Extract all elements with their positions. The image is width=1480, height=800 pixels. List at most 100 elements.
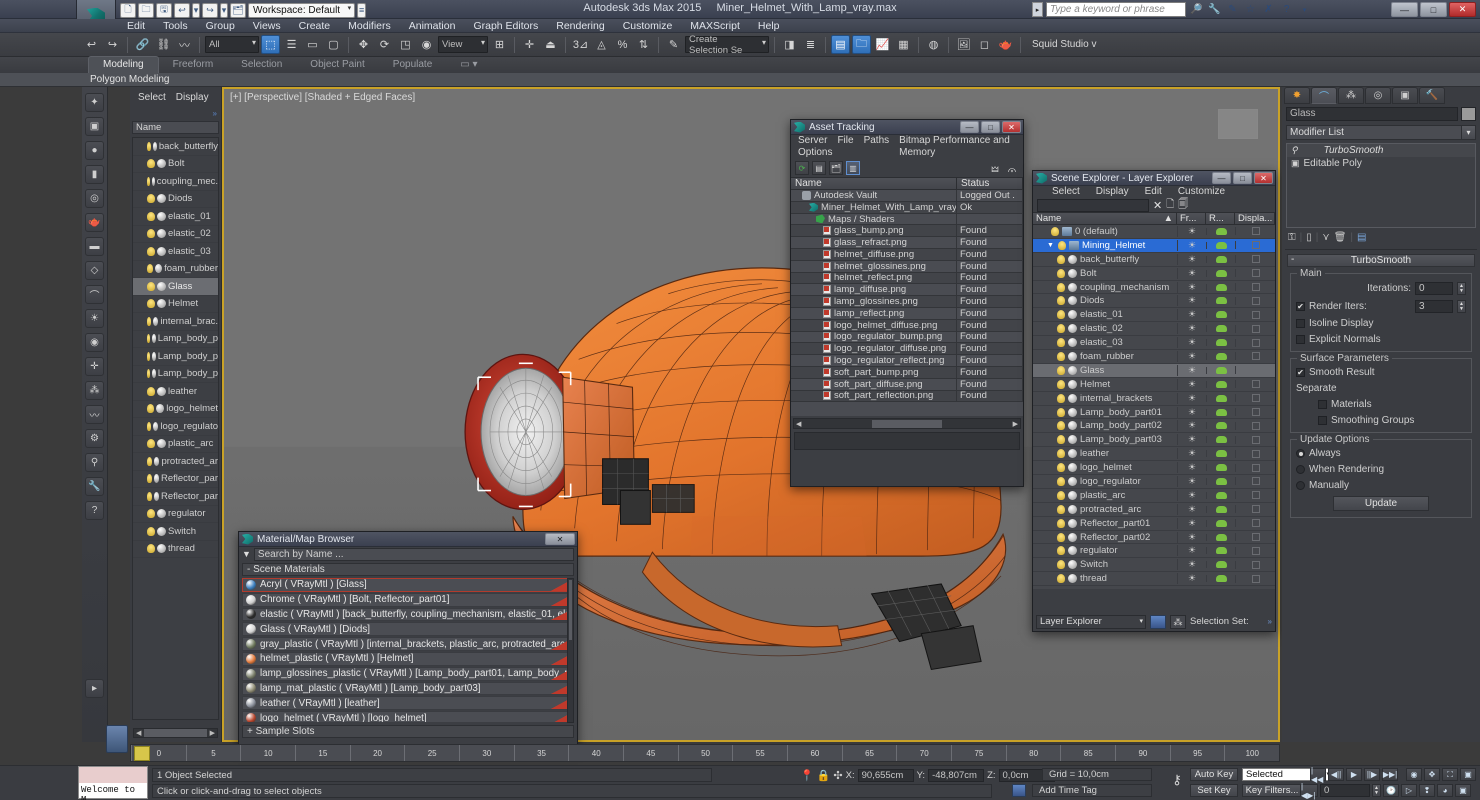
light-bulb-icon[interactable] — [1057, 435, 1065, 445]
material-row[interactable]: helmet_plastic ( VRayMtl ) [Helmet] — [242, 651, 574, 666]
renderable-cell[interactable] — [1206, 491, 1235, 499]
object-color-swatch[interactable] — [1461, 107, 1476, 121]
update-button[interactable]: Update — [1333, 496, 1429, 511]
region-zoom-button[interactable]: ▣ — [1455, 784, 1471, 797]
light-bulb-icon[interactable] — [147, 456, 152, 466]
light-bulb-icon[interactable] — [1057, 254, 1065, 264]
asset-tracking-close[interactable]: ✕ — [1002, 121, 1021, 133]
display-cube-icon[interactable] — [1251, 366, 1260, 375]
explicit-normals-checkbox[interactable] — [1296, 335, 1305, 344]
scroll-left-icon[interactable]: ◀ — [134, 729, 143, 737]
light-bulb-icon[interactable] — [1057, 310, 1065, 320]
renderable-cell[interactable] — [1206, 422, 1235, 430]
freeze-sun-icon[interactable]: ☀ — [1188, 504, 1196, 515]
layer-explorer-row[interactable]: logo_helmet ☀ — [1033, 461, 1275, 476]
asset-menu-file[interactable]: File — [832, 135, 858, 147]
display-cell[interactable] — [1235, 519, 1275, 528]
display-cube-icon[interactable] — [1251, 380, 1260, 389]
freeze-sun-icon[interactable]: ☀ — [1188, 573, 1196, 584]
asset-row[interactable]: glass_refract.png Found — [791, 237, 1023, 249]
asset-row[interactable]: soft_part_bump.png Found — [791, 366, 1023, 379]
left-explorer-name-column[interactable]: Name — [132, 121, 219, 134]
iterations-spinner[interactable]: ▲ ▼ — [1457, 282, 1466, 295]
align-icon[interactable]: ≣ — [801, 35, 820, 54]
light-bulb-icon[interactable] — [147, 141, 151, 151]
asset-menu-options[interactable]: Options — [793, 147, 837, 159]
layer-name-cell[interactable]: foam_rubber — [1033, 351, 1177, 362]
exchange-x-icon[interactable]: ✗ — [1261, 2, 1276, 17]
renderable-cell[interactable] — [1206, 547, 1235, 555]
freeze-cell[interactable]: ☀ — [1177, 517, 1206, 529]
light-bulb-icon[interactable] — [1057, 393, 1065, 403]
freeze-sun-icon[interactable]: ☀ — [1188, 518, 1196, 529]
select-object-icon[interactable]: ⬚ — [261, 35, 280, 54]
freeze-cell[interactable]: ☀ — [1177, 531, 1206, 543]
add-time-tag-button[interactable]: Add Time Tag — [1032, 784, 1152, 797]
layer-explorer-row[interactable]: protracted_arc ☀ — [1033, 503, 1275, 517]
turbosmooth-rollout-header[interactable]: - TurboSmooth — [1287, 254, 1475, 267]
freeze-cell[interactable]: ☀ — [1177, 475, 1206, 487]
display-cube-icon[interactable] — [1251, 283, 1260, 291]
light-bulb-icon[interactable] — [1057, 338, 1065, 348]
left-explorer-item[interactable]: elastic_03 — [133, 243, 218, 261]
renderable-teapot-icon[interactable] — [1215, 325, 1227, 333]
freeze-sun-icon[interactable]: ☀ — [1188, 351, 1196, 362]
redo-dropdown-icon[interactable]: ▾ — [220, 2, 228, 18]
asset-row[interactable]: Miner_Helmet_With_Lamp_vray.... Ok — [791, 201, 1023, 214]
render-iters-spinner[interactable]: ▲ ▼ — [1457, 300, 1466, 313]
update-option-radio[interactable] — [1296, 449, 1305, 458]
display-cube-icon[interactable] — [1251, 394, 1260, 403]
layer-name-cell[interactable]: Helmet — [1033, 379, 1177, 390]
asset-row[interactable]: lamp_reflect.png Found — [791, 307, 1023, 320]
redo-button[interactable]: ↪ — [103, 35, 122, 54]
asset-name-cell[interactable]: logo_regulator_diffuse.png — [791, 343, 957, 355]
sample-slots-section-header[interactable]: + Sample Slots — [242, 725, 574, 738]
light-bulb-icon[interactable] — [147, 264, 154, 274]
freeze-sun-icon[interactable]: ☀ — [1188, 490, 1196, 501]
left-explorer-item[interactable]: Diods — [133, 191, 218, 208]
display-cell[interactable] — [1235, 269, 1275, 278]
renderable-cell[interactable] — [1206, 311, 1235, 319]
material-search-input[interactable]: Search by Name ... — [253, 547, 574, 561]
left-explorer-hscrollbar[interactable]: ◀ ▶ — [133, 728, 218, 738]
layer-explorer-row[interactable]: Lamp_body_part03 ☀ — [1033, 433, 1275, 448]
rail-utilities-icon[interactable]: 🔧 — [85, 477, 104, 496]
light-bulb-icon[interactable] — [147, 316, 152, 326]
layer-explorer-row[interactable]: internal_brackets ☀ — [1033, 392, 1275, 406]
select-and-scale-icon[interactable]: ◳ — [396, 35, 415, 54]
asset-name-cell[interactable]: helmet_glossines.png — [791, 260, 957, 272]
display-cell[interactable] — [1235, 574, 1275, 583]
renderable-teapot-icon[interactable] — [1215, 505, 1227, 513]
light-bulb-icon[interactable] — [147, 491, 152, 501]
asset-menu-paths[interactable]: Paths — [859, 135, 895, 147]
redo-icon[interactable]: ↪ — [202, 2, 218, 18]
update-option-radio[interactable] — [1296, 465, 1305, 474]
display-cell[interactable] — [1235, 408, 1275, 417]
material-editor-icon[interactable]: ◍ — [924, 35, 943, 54]
select-and-link-icon[interactable]: 🔗 — [133, 35, 152, 54]
asset-name-cell[interactable]: Miner_Helmet_With_Lamp_vray.... — [791, 201, 957, 213]
menu-item-customize[interactable]: Customize — [614, 19, 682, 33]
light-bulb-icon[interactable] — [1057, 379, 1065, 389]
separate-smoothing-groups-checkbox[interactable] — [1318, 416, 1327, 425]
freeze-cell[interactable]: ☀ — [1177, 392, 1206, 404]
smooth-result-checkbox[interactable]: ✔ — [1296, 368, 1305, 377]
tab-modify[interactable]: ⌒ — [1311, 87, 1337, 104]
freeze-cell[interactable]: ☀ — [1177, 573, 1206, 585]
renderable-cell[interactable] — [1206, 464, 1235, 472]
renderable-cell[interactable] — [1206, 269, 1235, 277]
rail-create-icon[interactable]: ✦ — [85, 93, 104, 112]
layer-explorer-row[interactable]: Glass ☀ — [1033, 363, 1275, 378]
asset-name-cell[interactable]: soft_part_diffuse.png — [791, 378, 957, 390]
light-bulb-icon[interactable] — [1057, 365, 1065, 375]
ribbon-tab-populate[interactable]: Populate — [379, 57, 446, 73]
configure-modifier-sets-icon[interactable]: ▤ — [1357, 232, 1366, 243]
left-explorer-item[interactable]: logo_regulato — [133, 418, 218, 436]
display-cube-icon[interactable] — [1251, 269, 1260, 278]
scroll-right-icon[interactable]: ▶ — [208, 729, 217, 737]
update-option-row[interactable]: Manually — [1296, 480, 1466, 491]
layer-name-cell[interactable]: elastic_03 — [1033, 337, 1177, 348]
orbit-button[interactable]: ◕ — [1437, 784, 1453, 797]
pan-view-button[interactable]: ✥ — [1424, 768, 1440, 781]
at-scroll-right-icon[interactable]: ▶ — [1011, 420, 1020, 428]
